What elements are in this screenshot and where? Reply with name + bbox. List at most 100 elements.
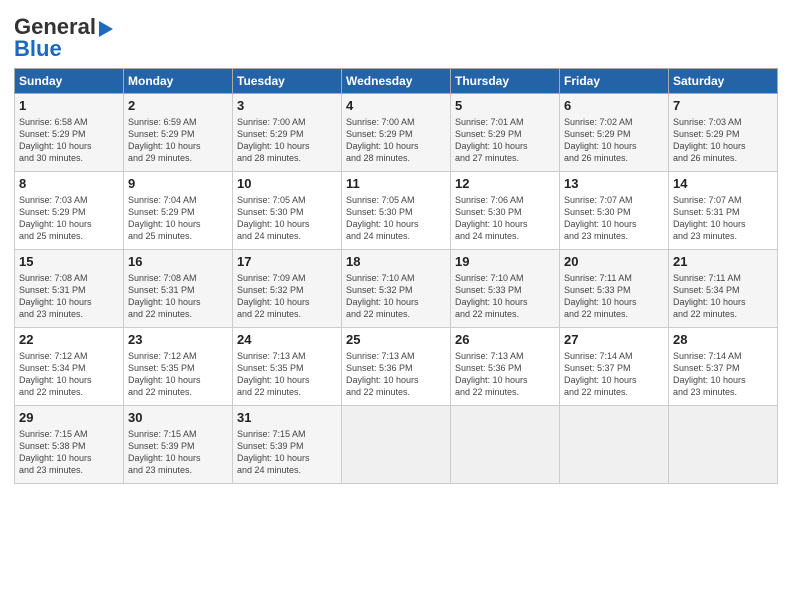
weekday-header: Tuesday: [233, 69, 342, 94]
calendar-week-row: 15Sunrise: 7:08 AM Sunset: 5:31 PM Dayli…: [15, 250, 778, 328]
calendar-cell: 29Sunrise: 7:15 AM Sunset: 5:38 PM Dayli…: [15, 406, 124, 484]
day-number: 30: [128, 409, 228, 427]
day-info: Sunrise: 7:15 AM Sunset: 5:39 PM Dayligh…: [128, 428, 228, 477]
day-info: Sunrise: 7:13 AM Sunset: 5:35 PM Dayligh…: [237, 350, 337, 399]
weekday-header: Monday: [124, 69, 233, 94]
day-number: 20: [564, 253, 664, 271]
day-number: 4: [346, 97, 446, 115]
calendar-cell: 4Sunrise: 7:00 AM Sunset: 5:29 PM Daylig…: [342, 94, 451, 172]
calendar-cell: 19Sunrise: 7:10 AM Sunset: 5:33 PM Dayli…: [451, 250, 560, 328]
calendar-cell: 13Sunrise: 7:07 AM Sunset: 5:30 PM Dayli…: [560, 172, 669, 250]
day-info: Sunrise: 7:08 AM Sunset: 5:31 PM Dayligh…: [128, 272, 228, 321]
day-number: 27: [564, 331, 664, 349]
weekday-header: Saturday: [669, 69, 778, 94]
calendar-cell: 17Sunrise: 7:09 AM Sunset: 5:32 PM Dayli…: [233, 250, 342, 328]
calendar-cell: [560, 406, 669, 484]
day-info: Sunrise: 7:00 AM Sunset: 5:29 PM Dayligh…: [237, 116, 337, 165]
calendar-cell: 5Sunrise: 7:01 AM Sunset: 5:29 PM Daylig…: [451, 94, 560, 172]
header: General Blue: [14, 10, 778, 62]
calendar-cell: 24Sunrise: 7:13 AM Sunset: 5:35 PM Dayli…: [233, 328, 342, 406]
calendar-week-row: 1Sunrise: 6:58 AM Sunset: 5:29 PM Daylig…: [15, 94, 778, 172]
calendar-cell: [669, 406, 778, 484]
calendar-cell: 9Sunrise: 7:04 AM Sunset: 5:29 PM Daylig…: [124, 172, 233, 250]
day-info: Sunrise: 7:00 AM Sunset: 5:29 PM Dayligh…: [346, 116, 446, 165]
day-info: Sunrise: 7:06 AM Sunset: 5:30 PM Dayligh…: [455, 194, 555, 243]
calendar-cell: 18Sunrise: 7:10 AM Sunset: 5:32 PM Dayli…: [342, 250, 451, 328]
day-info: Sunrise: 7:12 AM Sunset: 5:34 PM Dayligh…: [19, 350, 119, 399]
logo-arrow-icon: [99, 21, 113, 37]
calendar-cell: 11Sunrise: 7:05 AM Sunset: 5:30 PM Dayli…: [342, 172, 451, 250]
day-info: Sunrise: 7:02 AM Sunset: 5:29 PM Dayligh…: [564, 116, 664, 165]
day-info: Sunrise: 7:15 AM Sunset: 5:39 PM Dayligh…: [237, 428, 337, 477]
day-number: 29: [19, 409, 119, 427]
day-number: 3: [237, 97, 337, 115]
day-info: Sunrise: 7:10 AM Sunset: 5:32 PM Dayligh…: [346, 272, 446, 321]
day-number: 10: [237, 175, 337, 193]
calendar-cell: 28Sunrise: 7:14 AM Sunset: 5:37 PM Dayli…: [669, 328, 778, 406]
day-number: 7: [673, 97, 773, 115]
calendar-cell: 12Sunrise: 7:06 AM Sunset: 5:30 PM Dayli…: [451, 172, 560, 250]
day-info: Sunrise: 6:58 AM Sunset: 5:29 PM Dayligh…: [19, 116, 119, 165]
day-number: 11: [346, 175, 446, 193]
day-number: 17: [237, 253, 337, 271]
day-number: 9: [128, 175, 228, 193]
calendar-cell: 21Sunrise: 7:11 AM Sunset: 5:34 PM Dayli…: [669, 250, 778, 328]
day-number: 5: [455, 97, 555, 115]
calendar-cell: 8Sunrise: 7:03 AM Sunset: 5:29 PM Daylig…: [15, 172, 124, 250]
calendar-cell: 25Sunrise: 7:13 AM Sunset: 5:36 PM Dayli…: [342, 328, 451, 406]
day-info: Sunrise: 7:04 AM Sunset: 5:29 PM Dayligh…: [128, 194, 228, 243]
calendar-cell: 16Sunrise: 7:08 AM Sunset: 5:31 PM Dayli…: [124, 250, 233, 328]
weekday-header: Friday: [560, 69, 669, 94]
day-number: 28: [673, 331, 773, 349]
day-number: 16: [128, 253, 228, 271]
day-number: 2: [128, 97, 228, 115]
calendar-cell: [342, 406, 451, 484]
day-info: Sunrise: 7:03 AM Sunset: 5:29 PM Dayligh…: [673, 116, 773, 165]
calendar-cell: 31Sunrise: 7:15 AM Sunset: 5:39 PM Dayli…: [233, 406, 342, 484]
calendar-cell: 14Sunrise: 7:07 AM Sunset: 5:31 PM Dayli…: [669, 172, 778, 250]
calendar-cell: 15Sunrise: 7:08 AM Sunset: 5:31 PM Dayli…: [15, 250, 124, 328]
day-info: Sunrise: 7:13 AM Sunset: 5:36 PM Dayligh…: [346, 350, 446, 399]
logo-blue: Blue: [14, 36, 62, 62]
day-info: Sunrise: 7:11 AM Sunset: 5:33 PM Dayligh…: [564, 272, 664, 321]
day-info: Sunrise: 7:14 AM Sunset: 5:37 PM Dayligh…: [564, 350, 664, 399]
calendar-cell: 1Sunrise: 6:58 AM Sunset: 5:29 PM Daylig…: [15, 94, 124, 172]
day-info: Sunrise: 7:09 AM Sunset: 5:32 PM Dayligh…: [237, 272, 337, 321]
calendar-cell: 2Sunrise: 6:59 AM Sunset: 5:29 PM Daylig…: [124, 94, 233, 172]
calendar-week-row: 22Sunrise: 7:12 AM Sunset: 5:34 PM Dayli…: [15, 328, 778, 406]
day-info: Sunrise: 7:01 AM Sunset: 5:29 PM Dayligh…: [455, 116, 555, 165]
day-number: 19: [455, 253, 555, 271]
day-info: Sunrise: 6:59 AM Sunset: 5:29 PM Dayligh…: [128, 116, 228, 165]
calendar-header-row: SundayMondayTuesdayWednesdayThursdayFrid…: [15, 69, 778, 94]
main-container: General Blue SundayMondayTuesdayWednesda…: [0, 0, 792, 492]
day-number: 14: [673, 175, 773, 193]
day-info: Sunrise: 7:07 AM Sunset: 5:31 PM Dayligh…: [673, 194, 773, 243]
day-number: 24: [237, 331, 337, 349]
day-number: 18: [346, 253, 446, 271]
day-info: Sunrise: 7:14 AM Sunset: 5:37 PM Dayligh…: [673, 350, 773, 399]
calendar-cell: 22Sunrise: 7:12 AM Sunset: 5:34 PM Dayli…: [15, 328, 124, 406]
day-number: 13: [564, 175, 664, 193]
day-info: Sunrise: 7:05 AM Sunset: 5:30 PM Dayligh…: [237, 194, 337, 243]
calendar-cell: 27Sunrise: 7:14 AM Sunset: 5:37 PM Dayli…: [560, 328, 669, 406]
calendar-cell: 6Sunrise: 7:02 AM Sunset: 5:29 PM Daylig…: [560, 94, 669, 172]
day-info: Sunrise: 7:11 AM Sunset: 5:34 PM Dayligh…: [673, 272, 773, 321]
day-info: Sunrise: 7:07 AM Sunset: 5:30 PM Dayligh…: [564, 194, 664, 243]
calendar-cell: [451, 406, 560, 484]
calendar-cell: 26Sunrise: 7:13 AM Sunset: 5:36 PM Dayli…: [451, 328, 560, 406]
day-info: Sunrise: 7:08 AM Sunset: 5:31 PM Dayligh…: [19, 272, 119, 321]
day-number: 6: [564, 97, 664, 115]
day-info: Sunrise: 7:05 AM Sunset: 5:30 PM Dayligh…: [346, 194, 446, 243]
calendar-cell: 7Sunrise: 7:03 AM Sunset: 5:29 PM Daylig…: [669, 94, 778, 172]
calendar-cell: 30Sunrise: 7:15 AM Sunset: 5:39 PM Dayli…: [124, 406, 233, 484]
day-info: Sunrise: 7:15 AM Sunset: 5:38 PM Dayligh…: [19, 428, 119, 477]
day-number: 23: [128, 331, 228, 349]
calendar-table: SundayMondayTuesdayWednesdayThursdayFrid…: [14, 68, 778, 484]
day-number: 1: [19, 97, 119, 115]
weekday-header: Sunday: [15, 69, 124, 94]
day-number: 22: [19, 331, 119, 349]
day-info: Sunrise: 7:10 AM Sunset: 5:33 PM Dayligh…: [455, 272, 555, 321]
day-info: Sunrise: 7:03 AM Sunset: 5:29 PM Dayligh…: [19, 194, 119, 243]
day-number: 21: [673, 253, 773, 271]
day-number: 26: [455, 331, 555, 349]
